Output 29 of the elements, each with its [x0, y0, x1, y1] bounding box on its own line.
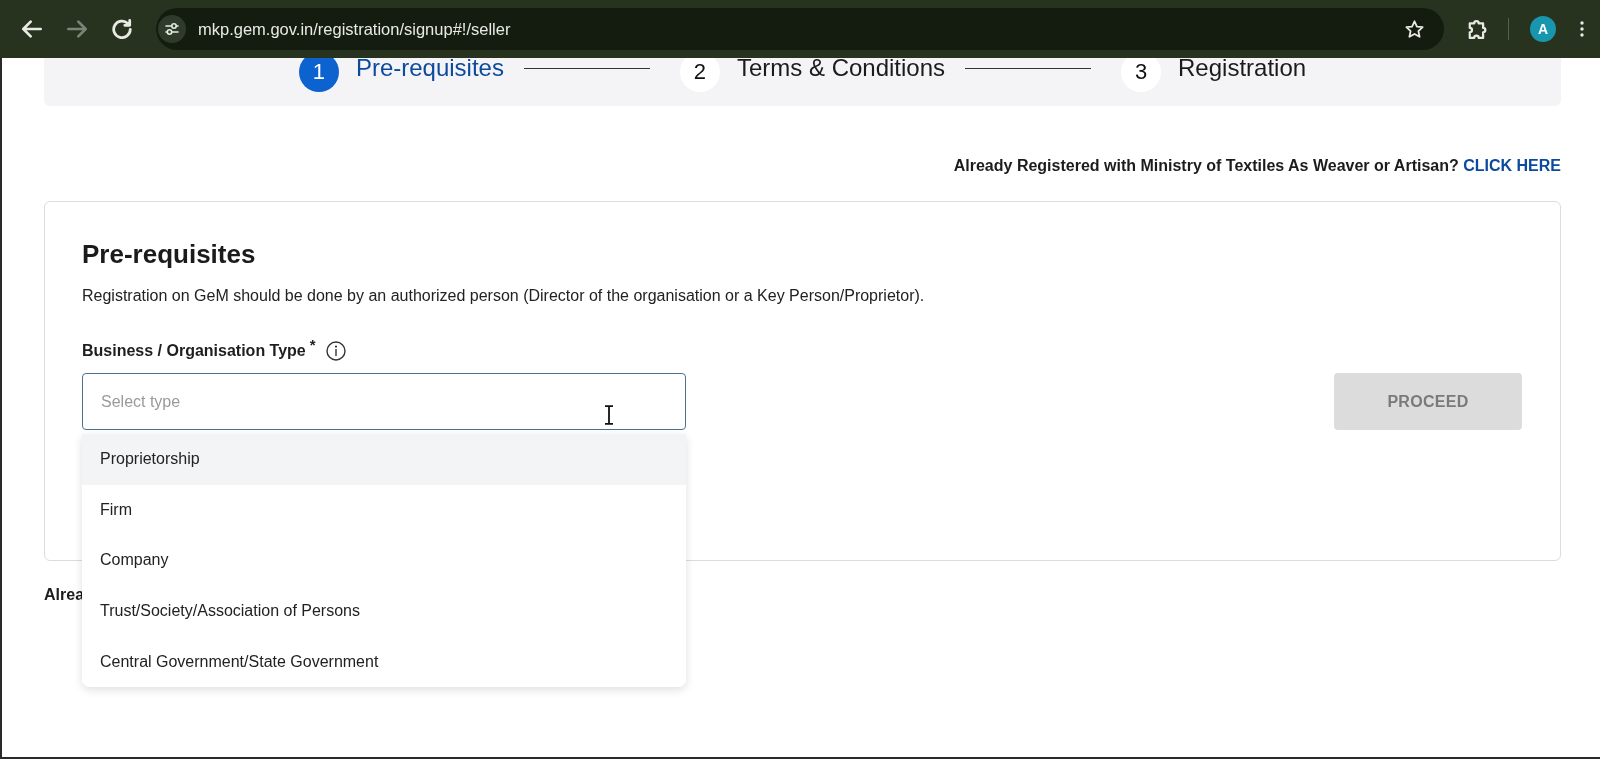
step-number: 3	[1121, 58, 1162, 92]
type-select-field[interactable]: Select type	[82, 373, 686, 430]
info-icon[interactable]	[325, 341, 346, 361]
textiles-notice: Already Registered with Ministry of Textiles As Weaver or Artisan? CLICK HERE	[953, 156, 1561, 176]
step-label: Pre-requisites	[355, 58, 504, 82]
dropdown-option[interactable]: Firm	[82, 484, 686, 536]
address-bar[interactable]: mkp.gem.gov.in/registration/signup#!/seller	[156, 8, 1444, 50]
field-label: Business / Organisation Type	[82, 342, 306, 360]
required-mark: *	[309, 335, 316, 353]
click-here-link[interactable]: CLICK HERE	[1463, 157, 1561, 174]
star-icon[interactable]	[1405, 19, 1424, 39]
step-number: 1	[298, 58, 339, 92]
dropdown-option[interactable]: Trust/Society/Association of Persons	[82, 585, 686, 637]
profile-avatar-button[interactable]: A	[1530, 16, 1556, 42]
text-cursor-icon	[604, 405, 614, 425]
tune-icon[interactable]	[158, 15, 186, 43]
more-vertical-icon[interactable]	[1580, 21, 1584, 37]
dropdown-option[interactable]: Company	[82, 535, 686, 586]
step-label: Registration	[1178, 58, 1307, 82]
card-title: Pre-requisites	[82, 238, 257, 270]
url-text[interactable]: mkp.gem.gov.in/registration/signup#!/seller	[198, 19, 1405, 39]
puzzle-icon[interactable]	[1467, 19, 1487, 39]
reload-icon[interactable]	[112, 19, 132, 39]
step-number: 2	[679, 58, 720, 92]
card-description: Registration on GeM should be done by an authorized person (Director of the organisation or a Key Person/Proprietor).	[82, 286, 926, 306]
dropdown-option[interactable]: Central Government/State Government	[82, 636, 686, 687]
step-label: Terms & Conditions	[736, 58, 946, 82]
dropdown-option[interactable]: Proprietorship	[82, 434, 686, 485]
back-arrow-icon[interactable]	[22, 19, 42, 39]
